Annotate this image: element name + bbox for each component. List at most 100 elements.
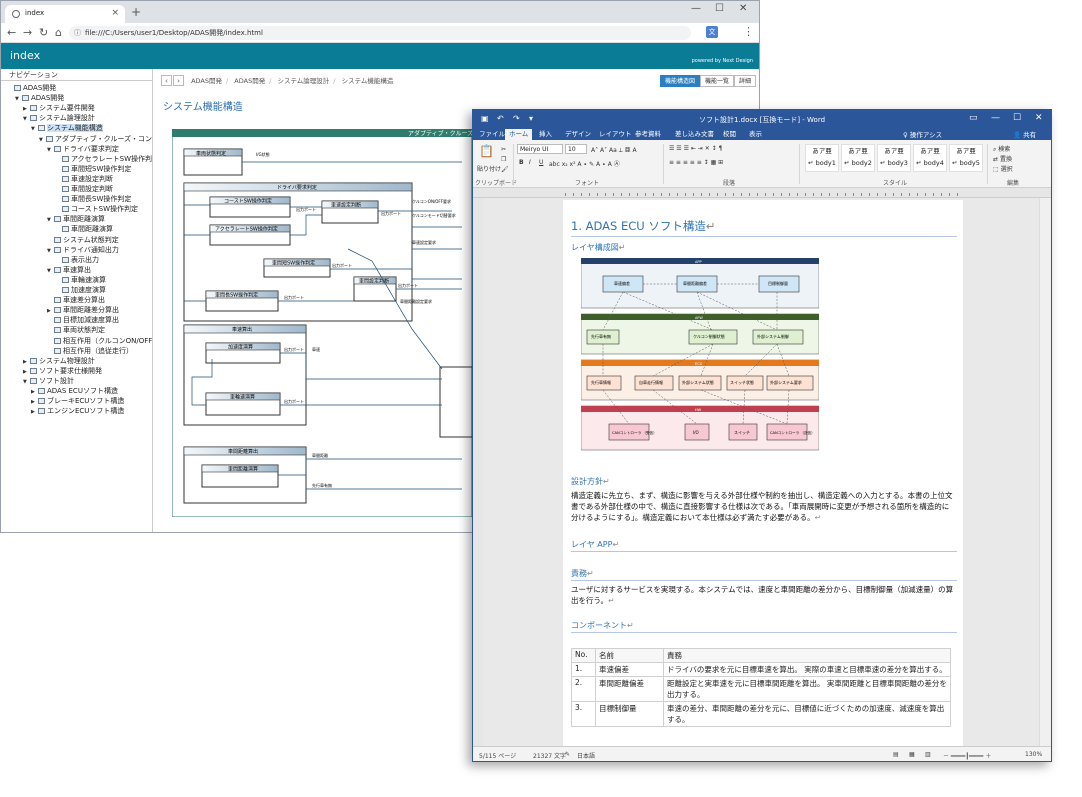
breadcrumb-item[interactable]: ADAS開発	[187, 75, 226, 85]
browser-tab[interactable]: index ×	[5, 5, 125, 23]
copy-icon[interactable]: ❐	[501, 156, 506, 163]
horizontal-ruler[interactable]	[473, 188, 1051, 198]
cut-icon[interactable]: ✂	[501, 146, 506, 153]
tab-home[interactable]: ホーム	[505, 129, 533, 140]
minimize-icon[interactable]: —	[991, 113, 1000, 123]
nav-tree-item[interactable]: 表示出力	[55, 255, 99, 265]
collapse-icon[interactable]: ▼	[47, 215, 54, 225]
collapse-icon[interactable]: ▼	[15, 94, 22, 104]
nav-tree-item[interactable]: ▼ システム機能構造	[31, 123, 103, 133]
nav-tree-item[interactable]: ▶ ADAS ECUソフト構造	[31, 386, 118, 396]
font-name-input[interactable]: Meiryo UI	[517, 144, 563, 154]
style-1[interactable]: あア亜 ↵ body1	[805, 144, 839, 172]
collapse-icon[interactable]: ▼	[23, 114, 30, 124]
replace-button[interactable]: ⇄ 置換	[993, 154, 1012, 163]
nav-tree-item[interactable]: 車輪速演算	[55, 275, 106, 285]
read-mode-icon[interactable]: ▤	[893, 751, 899, 758]
nav-tree-item[interactable]: ▶ 車間距離差分算出	[47, 305, 119, 315]
nav-tree-item[interactable]: 車速設定判断	[55, 174, 113, 184]
tab-view[interactable]: 表示	[745, 129, 766, 140]
nav-tree-item[interactable]: 車間短SW操作判定	[55, 164, 131, 174]
maximize-icon[interactable]: ☐	[715, 3, 724, 14]
collapse-icon[interactable]: ▼	[47, 266, 54, 276]
nav-tree-item[interactable]: 目標加減速度算出	[47, 315, 119, 325]
proofing-icon[interactable]: ✎	[565, 751, 570, 758]
expand-icon[interactable]: ▶	[31, 407, 38, 417]
detail-button[interactable]: 詳細	[734, 75, 757, 87]
style-3[interactable]: あア亜 ↵ body3	[877, 144, 911, 172]
tab-design[interactable]: デザイン	[561, 129, 595, 140]
prev-icon[interactable]: ‹	[161, 75, 172, 86]
nav-tree-item[interactable]: 車速差分算出	[47, 295, 105, 305]
paste-icon[interactable]: 📋	[479, 144, 494, 158]
share-button[interactable]: 👤 共有	[1013, 129, 1036, 139]
breadcrumb-item[interactable]: ADAS開発	[230, 75, 269, 85]
nav-tree-item[interactable]: 車両状態判定	[47, 325, 105, 335]
text-effects-icon[interactable]: abc x₂ x² A ∙ ✎ A ∙ A Ⓐ	[549, 159, 620, 168]
nav-tree-item[interactable]: ▼ 車間距離演算	[47, 214, 105, 224]
format-painter-icon[interactable]: 🖌	[501, 166, 509, 173]
font-size-input[interactable]: 10	[565, 144, 587, 154]
tab-review[interactable]: 校閲	[719, 129, 740, 140]
maximize-icon[interactable]: ☐	[1013, 113, 1021, 123]
forward-icon[interactable]: →	[23, 26, 32, 39]
find-button[interactable]: ⌕ 検索	[993, 144, 1010, 154]
nav-tree-item[interactable]: ▶ システム要件開発	[23, 103, 95, 113]
ribbon-display-icon[interactable]: ▭	[969, 113, 978, 123]
nav-tree-item[interactable]: ▼ ドライバ通知出力	[47, 245, 119, 255]
collapse-icon[interactable]: ▼	[31, 124, 38, 134]
nav-tree-item[interactable]: システム状態判定	[47, 235, 119, 245]
breadcrumb-item[interactable]: システム機能構造	[338, 75, 398, 85]
zoom-level[interactable]: 130%	[1025, 751, 1042, 758]
underline-icon[interactable]: U	[539, 159, 543, 166]
close-tab-icon[interactable]: ×	[111, 8, 119, 18]
nav-tree-item[interactable]: ADAS開発	[7, 83, 56, 93]
paste-label[interactable]: 貼り付け	[477, 164, 501, 173]
nav-tree-item[interactable]: アクセラレートSW操作判定	[55, 154, 152, 164]
tab-references[interactable]: 参考資料	[631, 129, 665, 140]
menu-icon[interactable]: ⋮	[743, 25, 754, 38]
nav-tree-item[interactable]: 相互作用（追従走行）	[47, 346, 133, 356]
collapse-icon[interactable]: ▼	[47, 145, 54, 155]
close-window-icon[interactable]: ✕	[739, 3, 747, 14]
next-icon[interactable]: ›	[173, 75, 184, 86]
nav-tree-item[interactable]: 車間長SW操作判定	[55, 194, 131, 204]
address-bar[interactable]: ⓘ file:///C:/Users/user1/Desktop/ADAS開発/…	[69, 26, 691, 40]
list-button[interactable]: 機能一覧	[700, 75, 735, 87]
bold-icon[interactable]: B	[519, 159, 524, 166]
vertical-ruler[interactable]	[473, 198, 483, 746]
align-icon[interactable]: ≡ ≡ ≡ ≡ ≡ ↕ ▦ ⊞	[669, 159, 723, 166]
new-tab-icon[interactable]: +	[131, 5, 141, 19]
style-5[interactable]: あア亜 ↵ body5	[949, 144, 983, 172]
nav-tree-item[interactable]: コーストSW操作判定	[55, 204, 138, 214]
web-layout-icon[interactable]: ▥	[925, 751, 931, 758]
zoom-slider[interactable]: － ━━━━┃━━━━ ＋	[943, 751, 991, 760]
reload-icon[interactable]: ↻	[39, 26, 48, 39]
tab-layout[interactable]: レイアウト	[595, 129, 636, 140]
bullets-icon[interactable]: ☰ ☰ ☰ ⇤ ⇥ ✕ ↕ ¶	[669, 145, 722, 152]
nav-tree-item[interactable]: ▼ アダプティブ・クルーズ・コント	[39, 134, 152, 144]
structure-button[interactable]: 機能構造図	[660, 75, 701, 87]
nav-tree-item[interactable]: ▼ システム論理設計	[23, 113, 95, 123]
grow-font-icon[interactable]: A˄ A˅ Aa ⟂ 亜 A	[591, 145, 637, 155]
nav-tree-item[interactable]: ▼ 車速算出	[47, 265, 91, 275]
print-layout-icon[interactable]: ▦	[909, 751, 915, 758]
select-button[interactable]: ⬚ 選択	[993, 164, 1013, 173]
page-count[interactable]: 5/115 ページ	[479, 751, 516, 760]
nav-tree-item[interactable]: ▶ システム物理設計	[23, 356, 95, 366]
document-page[interactable]: 1. ADAS ECU ソフト構造↵ レイヤ構成図↵ APP 車速偏差 車間距離…	[563, 200, 963, 746]
nav-tree-item[interactable]: ▶ ブレーキECUソフト構造	[31, 396, 124, 406]
nav-tree-item[interactable]: ▼ ADAS開発	[15, 93, 64, 103]
nav-tree-item[interactable]: ▼ ドライバ要求判定	[47, 144, 119, 154]
translate-icon[interactable]: 文	[706, 26, 718, 38]
close-window-icon[interactable]: ✕	[1035, 113, 1043, 123]
word-count[interactable]: 21327 文字	[533, 751, 566, 760]
italic-icon[interactable]: I	[529, 159, 531, 166]
tab-insert[interactable]: 挿入	[535, 129, 556, 140]
breadcrumb-item[interactable]: システム論理設計	[273, 75, 333, 85]
tab-mailings[interactable]: 差し込み文書	[671, 129, 718, 140]
style-2[interactable]: あア亜 ↵ body2	[841, 144, 875, 172]
nav-tree-item[interactable]: 車間設定判断	[55, 184, 113, 194]
collapse-icon[interactable]: ▼	[23, 377, 30, 387]
minimize-icon[interactable]: —	[691, 3, 701, 14]
